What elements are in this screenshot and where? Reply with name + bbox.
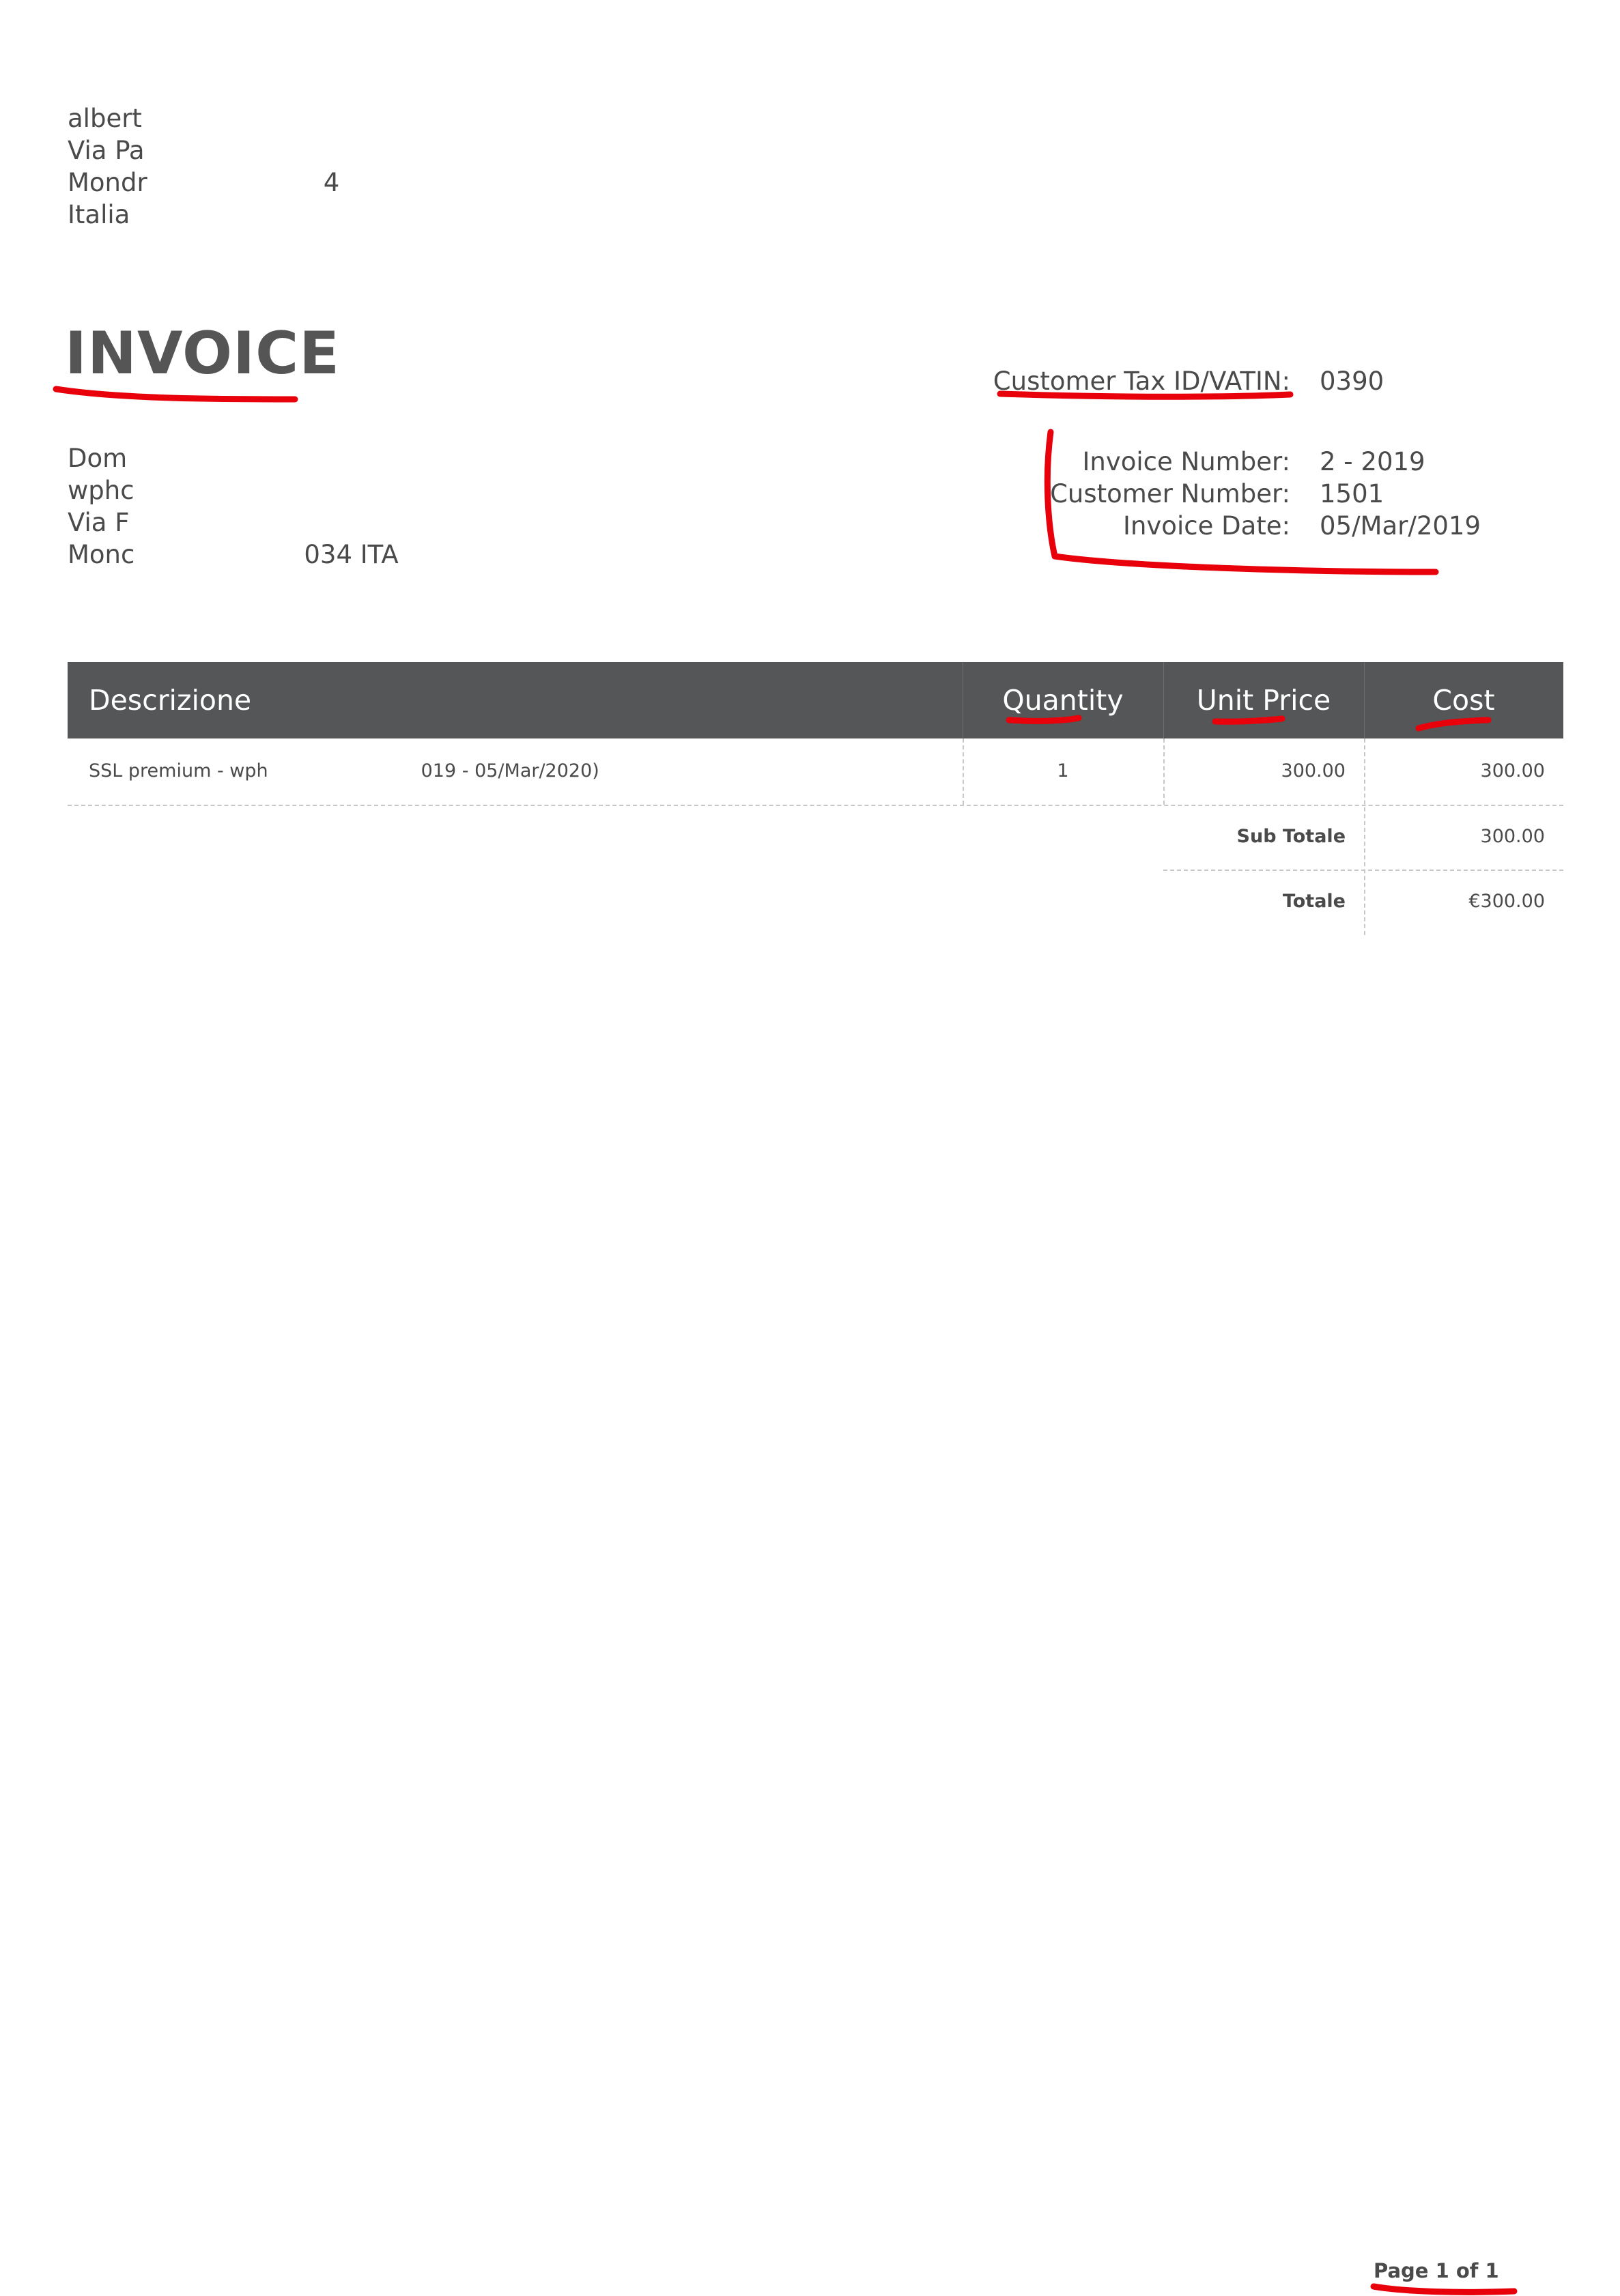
underline-tax-id — [997, 390, 1294, 400]
underline-invoice-title — [53, 386, 298, 403]
underline-cost — [1415, 717, 1492, 732]
underline-page-number — [1370, 2283, 1518, 2295]
underline-unit-price — [1212, 715, 1285, 725]
annotation-marks — [53, 386, 1518, 2295]
bracket-invoice-meta — [1044, 429, 1439, 575]
underline-quantity — [1006, 715, 1082, 724]
